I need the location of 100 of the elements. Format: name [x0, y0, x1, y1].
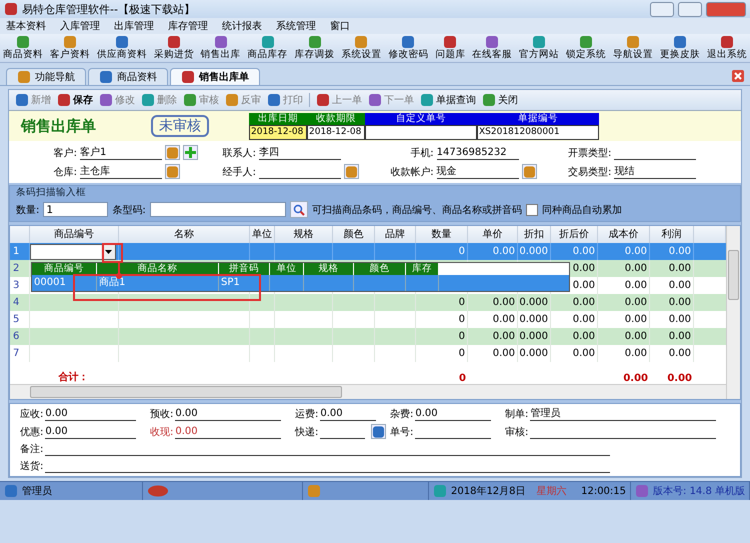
toolbar-button[interactable]: 导航设置: [612, 35, 654, 61]
quantity-field[interactable]: 1: [43, 202, 108, 217]
minimize-button[interactable]: [650, 2, 674, 16]
checkbox[interactable]: [526, 204, 538, 216]
column-header[interactable]: 颜色: [354, 263, 406, 275]
square-icon: [62, 35, 77, 49]
header-filler: [694, 226, 726, 243]
header-field[interactable]: 2018-12-08: [249, 124, 307, 140]
toolbar-button[interactable]: 商品库存: [246, 35, 289, 61]
input-field[interactable]: 李四: [259, 146, 341, 160]
toolbar-button[interactable]: 销售出库: [200, 35, 242, 61]
table-row[interactable]: 7 0 0.00 0.000 0.00 0.00 0.00: [10, 345, 726, 362]
column-header[interactable]: 商品名称: [97, 263, 219, 275]
table-row[interactable]: 6 0 0.00 0.000 0.00 0.00 0.00: [10, 328, 726, 345]
tab[interactable]: 功能导航: [6, 68, 86, 85]
menu-item[interactable]: 系统管理: [276, 19, 316, 33]
tab[interactable]: 销售出库单: [170, 68, 260, 85]
input-field[interactable]: 0.00: [45, 407, 136, 421]
status-version: 版本号: 14.8 单机版: [653, 484, 746, 498]
column-header[interactable]: 商品编号: [32, 263, 97, 275]
action-button[interactable]: 关闭: [482, 93, 518, 107]
column-header[interactable]: 名称: [119, 226, 250, 243]
toolbar-button[interactable]: 修改密码: [387, 35, 430, 61]
scrollbar[interactable]: [726, 226, 740, 399]
toolbar-button[interactable]: 系统设置: [340, 35, 382, 61]
action-button[interactable]: 单据查询: [420, 93, 476, 107]
action-button[interactable]: 保存: [57, 93, 93, 107]
column-header[interactable]: 单位: [270, 263, 304, 275]
input-field[interactable]: 主仓库: [80, 165, 162, 179]
column-header[interactable]: 规格: [304, 263, 354, 275]
menu-item[interactable]: 基本资料: [6, 19, 46, 33]
column-header[interactable]: 规格: [275, 226, 333, 243]
toolbar-button[interactable]: 问题库: [434, 35, 466, 61]
group-title: 条码扫描输入框: [16, 187, 87, 199]
close-icon[interactable]: [732, 70, 744, 82]
input-field[interactable]: 14736985232: [436, 146, 519, 160]
toolbar-button[interactable]: 库存调拨: [294, 35, 336, 61]
pick-button[interactable]: [165, 145, 180, 160]
header-field[interactable]: 2018-12-08: [307, 124, 365, 140]
table-cell: 0.00: [598, 260, 650, 277]
toolbar-button[interactable]: 商品资料: [2, 35, 44, 61]
field-label: 应收:: [20, 408, 44, 421]
square-icon: [183, 93, 197, 107]
menu-item[interactable]: 库存管理: [168, 19, 208, 33]
header-field[interactable]: [365, 124, 477, 140]
pick-button[interactable]: [344, 164, 359, 179]
menu-item[interactable]: 窗口: [330, 19, 350, 33]
column-header[interactable]: 成本价: [598, 226, 650, 243]
input-field[interactable]: 现结: [614, 165, 696, 179]
column-header[interactable]: 颜色: [333, 226, 375, 243]
square-icon: [626, 35, 640, 49]
input-field[interactable]: [30, 244, 116, 260]
pick-button[interactable]: [522, 164, 537, 179]
menu-item[interactable]: 统计报表: [222, 19, 262, 33]
toolbar-button[interactable]: 锁定系统: [565, 35, 608, 61]
input-field[interactable]: 0.00: [415, 407, 491, 421]
column-header[interactable]: 利润: [650, 226, 694, 243]
square-icon: [522, 164, 536, 178]
barcode-field[interactable]: [150, 202, 286, 217]
scrollbar[interactable]: [10, 384, 726, 399]
maximize-button[interactable]: [678, 2, 702, 16]
column-header[interactable]: 库存: [406, 263, 439, 275]
toolbar-button[interactable]: 官方网站: [518, 35, 560, 61]
row-number: 4: [10, 294, 30, 311]
column-header[interactable]: 拼音码: [219, 263, 270, 275]
input-field[interactable]: 0.00: [45, 425, 136, 439]
search-button[interactable]: [290, 201, 308, 218]
close-button[interactable]: [706, 2, 746, 16]
menu-item[interactable]: 入库管理: [60, 19, 100, 33]
toolbar-button[interactable]: 更换皮肤: [658, 35, 701, 61]
column-header[interactable]: 商品编号: [30, 226, 119, 243]
column-header[interactable]: 品牌: [375, 226, 416, 243]
square-icon: [720, 35, 734, 49]
column-header[interactable]: 折扣: [518, 226, 551, 243]
tab[interactable]: 商品资料: [88, 68, 168, 85]
input-field[interactable]: 现金: [436, 165, 519, 179]
table-cell: 0.00: [650, 345, 694, 362]
column-header[interactable]: 单价: [468, 226, 518, 243]
toolbar-button[interactable]: 客户资料: [48, 35, 91, 61]
column-header[interactable]: 数量: [416, 226, 468, 243]
toolbar-button[interactable]: 退出系统: [706, 35, 748, 61]
input-field[interactable]: 0.00: [175, 407, 281, 421]
pick-button[interactable]: [165, 164, 180, 179]
input-field[interactable]: 0.00: [320, 407, 376, 421]
column-header[interactable]: 折后价: [551, 226, 598, 243]
column-header[interactable]: 单位: [250, 226, 275, 243]
totals-label: 合计：: [58, 370, 90, 384]
square-icon: [482, 93, 496, 107]
table-row[interactable]: 4 0 0.00 0.000 0.00 0.00 0.00: [10, 294, 726, 311]
input-field[interactable]: 管理员: [530, 407, 716, 421]
toolbar-button[interactable]: 在线客服: [471, 35, 514, 61]
menu-item[interactable]: 出库管理: [114, 19, 154, 33]
toolbar-button[interactable]: 采购进货: [152, 35, 195, 61]
square-icon: [260, 35, 275, 49]
toolbar-button[interactable]: 供应商资料: [96, 35, 148, 61]
input-field[interactable]: 0.00: [175, 425, 281, 439]
add-button[interactable]: [183, 145, 198, 160]
header-field[interactable]: XS201812080001: [477, 124, 599, 140]
pick-button[interactable]: [371, 424, 386, 439]
input-field[interactable]: 客户1: [80, 146, 162, 160]
